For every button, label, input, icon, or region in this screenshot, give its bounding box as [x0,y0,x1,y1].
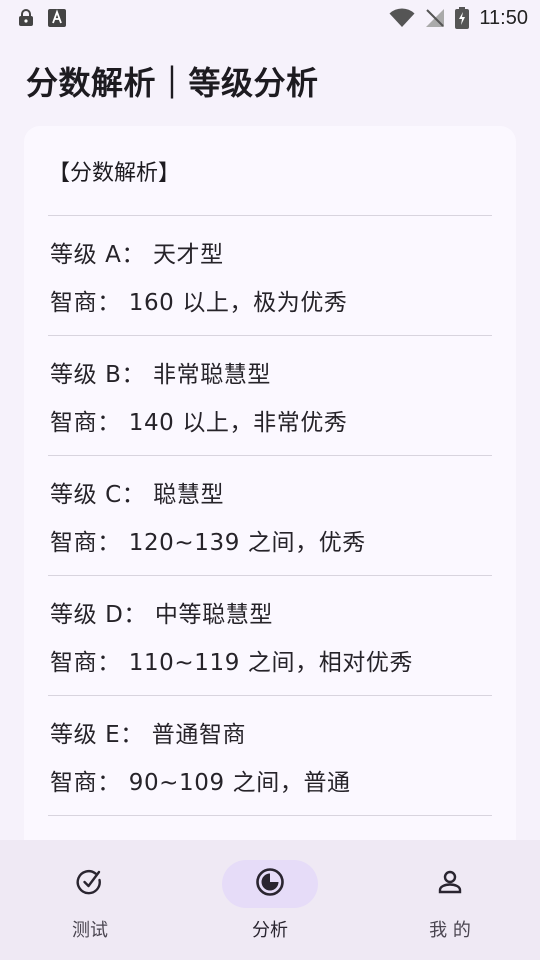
bottom-nav: 测试 分析 我 的 [0,840,540,960]
nav-label: 测试 [72,920,108,941]
iq-range: 智商： 90~109 之间，普通 [50,769,351,796]
nav-label: 分析 [252,920,288,941]
lock-icon [18,9,34,27]
wifi-icon [389,8,415,28]
grade-label: 等级 B： 非常聪慧型 [50,361,272,388]
grade-label: 等级 E： 普通智商 [50,721,247,748]
grade-item-e: 等级 E： 普通智商 智商： 90~109 之间，普通 [48,696,492,816]
nav-pill-active [222,860,318,908]
grade-label: 等级 D： 中等聪慧型 [50,601,273,628]
grade-label: 等级 A： 天才型 [50,241,224,268]
grade-label: 等级 C： 聪慧型 [50,481,225,508]
status-bar: 11:50 [0,0,540,36]
grade-item-d: 等级 D： 中等聪慧型 智商： 110~119 之间，相对优秀 [48,576,492,696]
nav-pill [402,860,498,908]
analysis-icon [255,867,285,901]
status-left [18,9,66,27]
grade-item-c: 等级 C： 聪慧型 智商： 120~139 之间，优秀 [48,456,492,576]
nav-item-profile[interactable]: 我 的 [360,840,540,960]
iq-range: 智商： 140 以上，非常优秀 [50,409,348,436]
nav-pill [42,860,138,908]
app-bar: 分数解析｜等级分析 [0,36,540,126]
nav-label: 我 的 [429,920,471,941]
nav-item-analysis[interactable]: 分析 [180,840,360,960]
status-right: 11:50 [389,7,528,30]
iq-range: 智商： 160 以上，极为优秀 [50,289,348,316]
card-heading: 【分数解析】 [48,126,492,216]
person-icon [435,867,465,901]
test-icon [75,867,105,901]
font-icon [48,9,66,27]
grade-item-a: 等级 A： 天才型 智商： 160 以上，极为优秀 [48,216,492,336]
iq-range: 智商： 120~139 之间，优秀 [50,529,366,556]
no-signal-icon [425,8,445,28]
battery-charging-icon [455,7,470,29]
page-title: 分数解析｜等级分析 [26,64,319,102]
status-time: 11:50 [479,6,528,29]
nav-item-test[interactable]: 测试 [0,840,180,960]
iq-range: 智商： 110~119 之间，相对优秀 [50,649,414,676]
screen: 11:50 分数解析｜等级分析 【分数解析】 等级 A： 天才型 智商： 160… [0,0,540,960]
score-analysis-card: 【分数解析】 等级 A： 天才型 智商： 160 以上，极为优秀 等级 B： 非… [24,126,516,886]
grade-item-b: 等级 B： 非常聪慧型 智商： 140 以上，非常优秀 [48,336,492,456]
